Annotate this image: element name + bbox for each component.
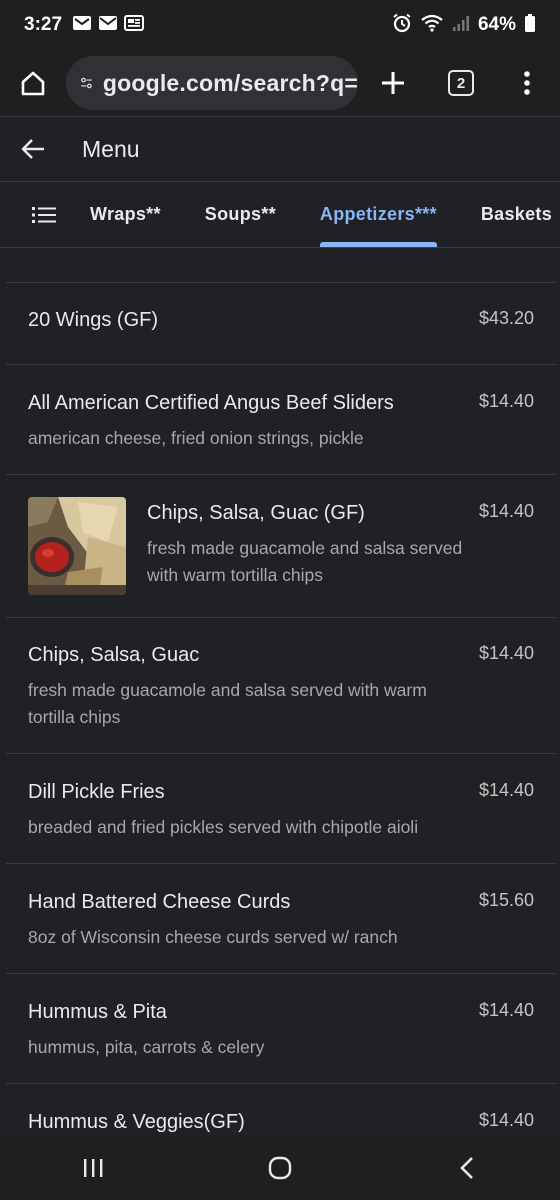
news-notification-icon	[124, 14, 145, 37]
tab-soups[interactable]: Soups**	[205, 183, 276, 247]
item-divider	[6, 973, 556, 974]
overflow-menu-button[interactable]	[494, 50, 560, 116]
back-button[interactable]	[0, 117, 66, 181]
tab-switcher-button[interactable]: 2	[428, 50, 494, 116]
plus-icon	[382, 72, 404, 94]
home-circle-icon	[268, 1156, 292, 1179]
recents-button[interactable]	[53, 1138, 133, 1198]
home-button[interactable]	[0, 50, 66, 116]
back-nav-button[interactable]	[427, 1138, 507, 1198]
item-name: Dill Pickle Fries	[28, 781, 165, 803]
arrow-back-icon	[21, 139, 44, 159]
item-description-line: fresh made guacamole and salsa served	[147, 538, 463, 558]
home-icon	[21, 71, 45, 96]
item-description: hummus, pita, carrots & celery	[28, 1037, 265, 1057]
gmail-notification-icon	[72, 14, 92, 37]
item-name: 20 Wings (GF)	[28, 309, 159, 331]
page-title: Menu	[82, 135, 140, 162]
item-divider	[6, 617, 556, 618]
wifi-icon	[420, 13, 444, 38]
item-price: $43.20	[478, 308, 534, 328]
system-nav-bar	[0, 1135, 560, 1200]
item-divider	[6, 474, 556, 475]
menu-header: Menu	[0, 116, 560, 182]
mail-notification-icon	[98, 14, 118, 37]
list-icon	[32, 206, 56, 223]
item-divider	[6, 282, 556, 283]
menu-list: 20 Wings (GF) $43.20 All American Certif…	[0, 248, 560, 1135]
browser-toolbar: google.com/search?q= 2	[0, 50, 560, 116]
item-price: $14.40	[478, 643, 534, 663]
item-description: american cheese, fried onion strings, pi…	[28, 428, 364, 448]
home-nav-button[interactable]	[240, 1138, 320, 1198]
tab-count: 2	[448, 70, 474, 96]
item-description-line: with warm tortilla chips	[147, 565, 324, 585]
item-description: 8oz of Wisconsin cheese curds served w/ …	[28, 927, 398, 947]
item-divider	[6, 1083, 556, 1084]
item-name: All American Certified Angus Beef Slider…	[28, 392, 394, 414]
tab-baskets[interactable]: Baskets	[481, 183, 552, 247]
item-name: Hand Battered Cheese Curds	[28, 891, 291, 913]
item-price: $14.40	[478, 1000, 534, 1020]
status-time: 3:27	[24, 14, 63, 35]
item-price: $14.40	[478, 501, 534, 521]
item-description: breaded and fried pickles served with ch…	[28, 817, 419, 837]
category-list-button[interactable]	[0, 183, 88, 247]
signal-icon	[452, 14, 470, 37]
item-divider	[6, 364, 556, 365]
address-bar[interactable]: google.com/search?q=	[66, 56, 358, 110]
battery-icon	[524, 13, 536, 38]
item-description-line: fresh made guacamole and salsa served wi…	[28, 680, 427, 700]
alarm-icon	[392, 13, 412, 38]
item-name: Hummus & Pita	[28, 1001, 167, 1023]
recents-icon	[84, 1158, 103, 1177]
item-divider	[6, 753, 556, 754]
item-price: $15.60	[478, 890, 534, 910]
category-tabs: Wraps** Soups** Appetizers*** Baskets	[0, 182, 560, 248]
url-text: google.com/search?q=	[102, 69, 358, 96]
tab-appetizers[interactable]: Appetizers***	[319, 183, 437, 247]
item-name: Chips, Salsa, Guac (GF)	[147, 502, 365, 524]
chevron-left-icon	[459, 1156, 473, 1179]
tab-wraps[interactable]: Wraps**	[90, 183, 161, 247]
item-name: Chips, Salsa, Guac	[28, 644, 200, 666]
item-description-line: tortilla chips	[28, 707, 121, 727]
site-settings-icon[interactable]	[80, 72, 93, 94]
more-vert-icon	[524, 71, 530, 95]
chips-salsa-photo	[28, 497, 126, 595]
item-divider	[6, 863, 556, 864]
status-bar: 3:27 64%	[0, 0, 560, 50]
item-price: $14.40	[478, 780, 534, 800]
item-price: $14.40	[478, 1110, 534, 1130]
item-price: $14.40	[478, 391, 534, 411]
battery-percent: 64%	[477, 14, 516, 35]
item-name: Hummus & Veggies(GF)	[28, 1111, 245, 1133]
new-tab-button[interactable]	[358, 50, 428, 116]
